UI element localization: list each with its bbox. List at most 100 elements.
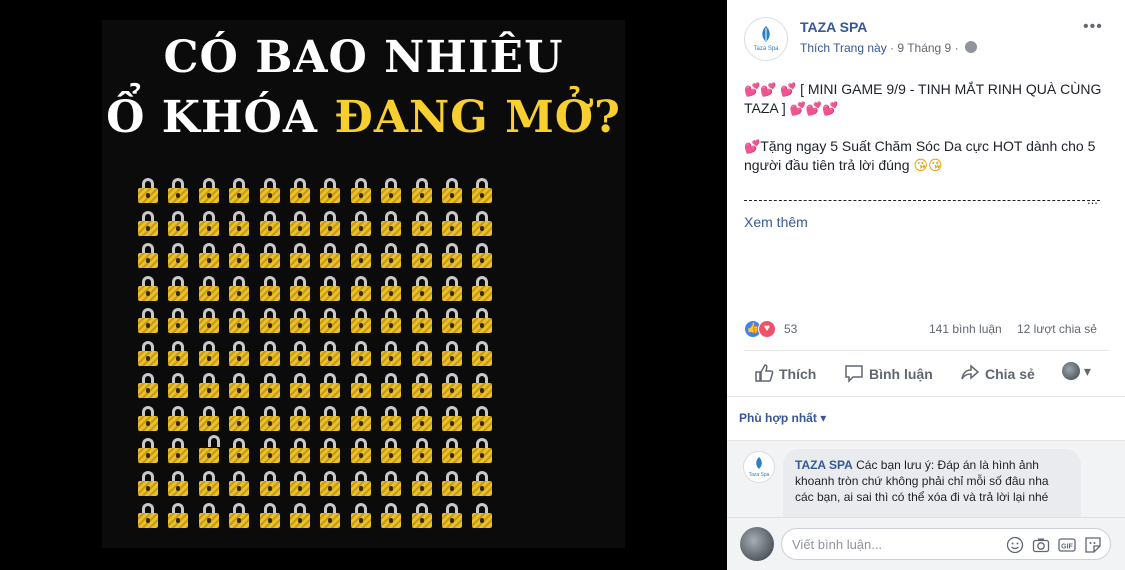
padlock-icon — [442, 341, 462, 367]
padlock-icon — [351, 503, 371, 529]
padlock-icon — [168, 503, 188, 529]
camera-icon[interactable] — [1032, 536, 1050, 554]
padlock-icon — [290, 308, 310, 334]
padlock-icon — [229, 373, 249, 399]
post-text-title: 💕💕 💕 [ MINI GAME 9/9 - TINH MẮT RINH QUÀ… — [744, 80, 1109, 118]
audience-selector[interactable]: ▾ — [1062, 362, 1091, 380]
comment-bubble: TAZA SPA Các bạn lưu ý: Đáp án là hình ả… — [783, 449, 1081, 517]
padlock-icon — [442, 471, 462, 497]
padlock-icon — [168, 438, 188, 464]
padlock-icon — [290, 276, 310, 302]
globe-icon[interactable] — [964, 41, 977, 53]
padlock-icon — [381, 503, 401, 529]
post-photo[interactable]: CÓ BAO NHIÊU Ổ KHÓA ĐANG MỞ? — [102, 20, 625, 548]
like-page-link[interactable]: Thích Trang này — [800, 41, 887, 55]
photo-headline-prefix: Ổ KHÓA — [106, 92, 319, 143]
thumbs-up-icon — [755, 364, 774, 382]
padlock-icon — [472, 373, 492, 399]
padlock-icon — [381, 406, 401, 432]
padlock-icon — [199, 243, 219, 269]
padlock-icon — [168, 341, 188, 367]
padlock-icon — [442, 373, 462, 399]
padlock-icon — [320, 503, 340, 529]
page-avatar[interactable]: Taza Spa — [744, 17, 788, 61]
comment-count[interactable]: 141 bình luận — [929, 322, 1002, 336]
padlock-icon — [412, 308, 432, 334]
padlock-icon — [229, 341, 249, 367]
padlock-icon — [138, 373, 158, 399]
padlock-icon — [351, 178, 371, 204]
padlock-icon — [442, 178, 462, 204]
padlock-icon — [229, 503, 249, 529]
padlock-icon — [381, 211, 401, 237]
comment-author[interactable]: TAZA SPA — [795, 458, 853, 472]
padlock-icon — [138, 243, 158, 269]
padlock-icon — [381, 471, 401, 497]
padlock-icon — [229, 276, 249, 302]
comment-avatar[interactable]: Taza Spa — [743, 451, 775, 483]
photo-headline-line1: CÓ BAO NHIÊU — [163, 32, 564, 83]
padlock-icon — [472, 308, 492, 334]
share-count[interactable]: 12 lượt chia sẻ — [1017, 322, 1097, 336]
padlock-icon — [412, 341, 432, 367]
page-name-link[interactable]: TAZA SPA — [800, 19, 867, 35]
padlock-icon — [381, 341, 401, 367]
padlock-icon — [290, 178, 310, 204]
padlock-icon — [412, 243, 432, 269]
chevron-down-icon: ▾ — [1083, 363, 1091, 379]
padlock-icon — [229, 243, 249, 269]
padlock-icon — [320, 471, 340, 497]
gif-icon[interactable]: GIF — [1058, 536, 1076, 554]
padlock-icon — [381, 373, 401, 399]
padlock-icon — [472, 341, 492, 367]
padlock-icon — [351, 471, 371, 497]
padlock-icon — [138, 276, 158, 302]
share-label: Chia sẻ — [985, 366, 1035, 382]
like-button[interactable]: Thích — [754, 363, 816, 383]
reaction-count[interactable]: 53 — [784, 322, 797, 336]
padlock-icon — [381, 438, 401, 464]
comment-composer: GIF — [727, 517, 1125, 570]
padlock-icon — [199, 341, 219, 367]
padlock-icon — [199, 211, 219, 237]
padlock-icon — [290, 406, 310, 432]
padlock-icon — [412, 211, 432, 237]
padlock-icon — [351, 308, 371, 334]
heart-emoji: 💕 — [744, 139, 761, 154]
sticker-icon[interactable] — [1084, 536, 1102, 554]
emoji-icon[interactable] — [1006, 536, 1024, 554]
more-options-icon[interactable]: ••• — [1083, 18, 1103, 36]
post-panel: Taza Spa TAZA SPA Thích Trang này · 9 Th… — [727, 0, 1125, 570]
comment-sort-dropdown[interactable]: Phù hợp nhất ▾ — [739, 411, 826, 425]
padlock-icon — [472, 406, 492, 432]
comment-button[interactable]: Bình luận — [844, 363, 933, 383]
comments-list: Taza Spa TAZA SPA Các bạn lưu ý: Đáp án … — [727, 440, 1125, 517]
hearts-after: 💕💕💕 — [789, 101, 839, 116]
padlock-icon — [412, 406, 432, 432]
padlock-icon — [168, 406, 188, 432]
padlock-icon — [168, 471, 188, 497]
padlock-icon — [351, 211, 371, 237]
see-more-link[interactable]: Xem thêm — [744, 214, 808, 230]
padlock-icon — [442, 211, 462, 237]
photo-headline-highlight: ĐANG MỞ? — [334, 92, 621, 143]
padlock-icon — [260, 438, 280, 464]
padlock-icon — [320, 438, 340, 464]
padlock-icon — [229, 471, 249, 497]
padlock-icon — [199, 406, 219, 432]
post-date[interactable]: 9 Tháng 9 — [897, 41, 951, 55]
user-avatar[interactable] — [740, 527, 774, 561]
love-reaction-icon[interactable]: ♥ — [758, 320, 776, 338]
padlock-icon — [260, 178, 280, 204]
padlock-icon — [168, 276, 188, 302]
padlock-icon — [168, 308, 188, 334]
padlock-icon — [472, 471, 492, 497]
padlock-icon — [260, 406, 280, 432]
padlock-icon — [199, 276, 219, 302]
padlock-icon — [442, 503, 462, 529]
padlock-icon — [442, 438, 462, 464]
comment-input[interactable] — [792, 529, 992, 559]
share-button[interactable]: Chia sẻ — [960, 363, 1035, 383]
padlock-icon — [138, 438, 158, 464]
padlock-icon — [412, 438, 432, 464]
